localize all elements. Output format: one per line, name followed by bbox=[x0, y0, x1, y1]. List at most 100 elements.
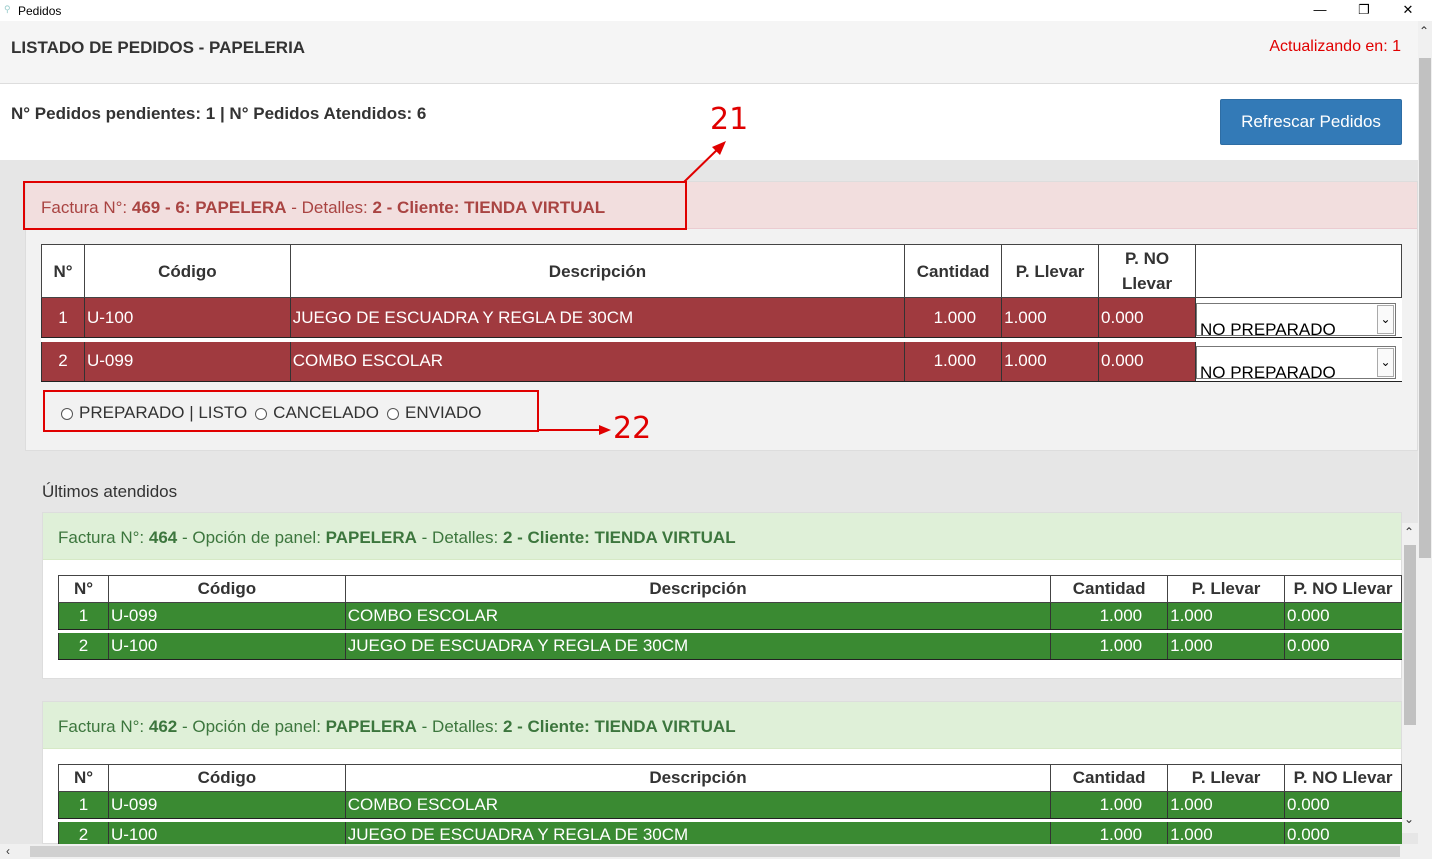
col-descripcion: Descripción bbox=[344, 764, 1052, 792]
page-title: LISTADO DE PEDIDOS - PAPELERIA bbox=[11, 38, 306, 57]
app-icon: ⚲ bbox=[4, 4, 11, 14]
details-label: - Detalles: bbox=[416, 717, 503, 736]
details-label: - Detalles: bbox=[416, 528, 503, 547]
cell-descripcion: COMBO ESCOLAR bbox=[344, 791, 1051, 819]
cell-no-llevar: 0.000 bbox=[1098, 297, 1196, 338]
window-title: Pedidos bbox=[18, 4, 62, 18]
annotation-number-22: 22 bbox=[613, 411, 652, 446]
cell-no-llevar: 0.000 bbox=[1098, 341, 1196, 382]
cell-cantidad: 1.000 bbox=[1050, 632, 1168, 660]
cell-estado: NO PREPARADO ⌄ bbox=[1194, 297, 1402, 339]
panel-label: - Opción de panel: bbox=[177, 717, 326, 736]
cell-llevar: 1.000 bbox=[1167, 791, 1285, 819]
attended-order-heading: Factura N°: 462 - Opción de panel: PAPEL… bbox=[43, 702, 1401, 749]
annotation-number-21: 21 bbox=[710, 102, 749, 137]
col-estado bbox=[1194, 244, 1403, 298]
cell-n: 2 bbox=[41, 341, 85, 382]
col-cantidad: Cantidad bbox=[1050, 764, 1169, 792]
vertical-scrollbar-thumb[interactable] bbox=[1419, 58, 1431, 558]
cell-n: 1 bbox=[41, 297, 85, 338]
pending-order-table: N° Código Descripción Cantidad P. Llevar… bbox=[41, 244, 1403, 382]
cell-codigo: U-100 bbox=[107, 632, 346, 660]
attended-section-title: Últimos atendidos bbox=[42, 482, 178, 501]
cell-cantidad: 1.000 bbox=[1050, 791, 1168, 819]
table-header-row: N° Código Descripción Cantidad P. Llevar… bbox=[58, 575, 1402, 603]
panel-name: PAPELERA bbox=[325, 717, 417, 736]
cell-llevar: 1.000 bbox=[1167, 632, 1285, 660]
invoice-number: 464 bbox=[148, 528, 178, 547]
horizontal-scrollbar-thumb[interactable] bbox=[30, 846, 1400, 857]
invoice-label: Factura N°: bbox=[58, 717, 149, 736]
cell-llevar: 1.000 bbox=[1001, 297, 1099, 338]
annotation-box-21 bbox=[23, 181, 687, 230]
window-titlebar: ⚲ Pedidos — ❐ ✕ bbox=[0, 0, 1432, 21]
col-p-llevar: P. Llevar bbox=[1167, 575, 1286, 603]
scroll-down-icon[interactable]: ⌄ bbox=[1404, 812, 1414, 826]
status-select[interactable]: NO PREPARADO ⌄ bbox=[1195, 302, 1396, 339]
cell-cantidad: 1.000 bbox=[1050, 821, 1168, 844]
cell-codigo: U-099 bbox=[83, 341, 291, 382]
summary-bar: N° Pedidos pendientes: 1 | N° Pedidos At… bbox=[0, 84, 1418, 160]
status-value: NO PREPARADO bbox=[1199, 363, 1336, 383]
status-value: NO PREPARADO bbox=[1199, 319, 1336, 339]
cell-descripcion: COMBO ESCOLAR bbox=[344, 602, 1051, 630]
inner-scrollbar-thumb[interactable] bbox=[1404, 545, 1416, 725]
table-row: 2 U-100 JUEGO DE ESCUADRA Y REGLA DE 30C… bbox=[58, 632, 1402, 660]
table-row: 1 U-100 JUEGO DE ESCUADRA Y REGLA DE 30C… bbox=[41, 297, 1402, 339]
close-button[interactable]: ✕ bbox=[1388, 0, 1428, 20]
col-descripcion: Descripción bbox=[344, 575, 1052, 603]
col-descripcion: Descripción bbox=[289, 244, 906, 298]
col-n: N° bbox=[41, 244, 85, 298]
cell-llevar: 1.000 bbox=[1167, 821, 1285, 844]
scroll-up-icon[interactable]: ⌃ bbox=[1419, 24, 1429, 38]
col-p-llevar: P. Llevar bbox=[1167, 764, 1286, 792]
annotation-box-22 bbox=[43, 390, 539, 432]
panel-label: - Opción de panel: bbox=[177, 528, 326, 547]
chevron-down-icon[interactable]: ⌄ bbox=[1376, 348, 1394, 378]
invoice-number: 462 bbox=[148, 717, 178, 736]
cell-n: 2 bbox=[58, 632, 109, 660]
cell-descripcion: JUEGO DE ESCUADRA Y REGLA DE 30CM bbox=[289, 297, 905, 338]
attended-order-table: N° Código Descripción Cantidad P. Llevar… bbox=[58, 764, 1402, 844]
cell-codigo: U-100 bbox=[107, 821, 346, 844]
attended-order-table: N° Código Descripción Cantidad P. Llevar… bbox=[58, 575, 1402, 660]
cell-cantidad: 1.000 bbox=[904, 341, 1002, 382]
col-n: N° bbox=[58, 764, 109, 792]
order-counts: N° Pedidos pendientes: 1 | N° Pedidos At… bbox=[11, 104, 427, 123]
cell-descripcion: COMBO ESCOLAR bbox=[289, 341, 905, 382]
status-select[interactable]: NO PREPARADO ⌄ bbox=[1195, 346, 1396, 382]
cell-estado: NO PREPARADO ⌄ bbox=[1194, 341, 1402, 382]
cell-llevar: 1.000 bbox=[1001, 341, 1099, 382]
cell-llevar: 1.000 bbox=[1167, 602, 1285, 630]
cell-n: 1 bbox=[58, 791, 109, 819]
table-row: 2 U-100 JUEGO DE ESCUADRA Y REGLA DE 30C… bbox=[58, 821, 1402, 844]
col-codigo: Código bbox=[107, 575, 346, 603]
cell-no-llevar: 0.000 bbox=[1284, 632, 1402, 660]
panel-name: PAPELERA bbox=[325, 528, 417, 547]
col-p-no-llevar: P. NO Llevar bbox=[1284, 764, 1402, 792]
scroll-left-icon[interactable]: ‹ bbox=[6, 844, 10, 858]
cell-codigo: U-099 bbox=[107, 791, 346, 819]
cell-descripcion: JUEGO DE ESCUADRA Y REGLA DE 30CM bbox=[344, 632, 1051, 660]
col-cantidad: Cantidad bbox=[904, 244, 1003, 298]
col-cantidad: Cantidad bbox=[1050, 575, 1169, 603]
page-header: LISTADO DE PEDIDOS - PAPELERIA Actualiza… bbox=[0, 21, 1418, 84]
chevron-down-icon[interactable]: ⌄ bbox=[1376, 304, 1394, 334]
table-row: 1 U-099 COMBO ESCOLAR 1.000 1.000 0.000 bbox=[58, 602, 1402, 630]
cell-codigo: U-100 bbox=[83, 297, 291, 338]
cell-cantidad: 1.000 bbox=[904, 297, 1002, 338]
invoice-label: Factura N°: bbox=[58, 528, 149, 547]
table-header-row: N° Código Descripción Cantidad P. Llevar… bbox=[41, 244, 1403, 298]
scroll-up-icon[interactable]: ⌃ bbox=[1404, 525, 1414, 539]
col-p-llevar: P. Llevar bbox=[1001, 244, 1100, 298]
minimize-button[interactable]: — bbox=[1300, 0, 1340, 20]
refresh-orders-button[interactable]: Refrescar Pedidos bbox=[1220, 99, 1402, 145]
restore-button[interactable]: ❐ bbox=[1344, 0, 1384, 20]
col-n: N° bbox=[58, 575, 109, 603]
col-p-no-llevar: P. NO Llevar bbox=[1098, 244, 1196, 298]
cell-cantidad: 1.000 bbox=[1050, 602, 1168, 630]
cell-n: 2 bbox=[58, 821, 109, 844]
attended-table-clip: N° Código Descripción Cantidad P. Llevar… bbox=[0, 764, 1402, 844]
table-row: 2 U-099 COMBO ESCOLAR 1.000 1.000 0.000 … bbox=[41, 341, 1402, 382]
col-p-no-llevar: P. NO Llevar bbox=[1284, 575, 1402, 603]
